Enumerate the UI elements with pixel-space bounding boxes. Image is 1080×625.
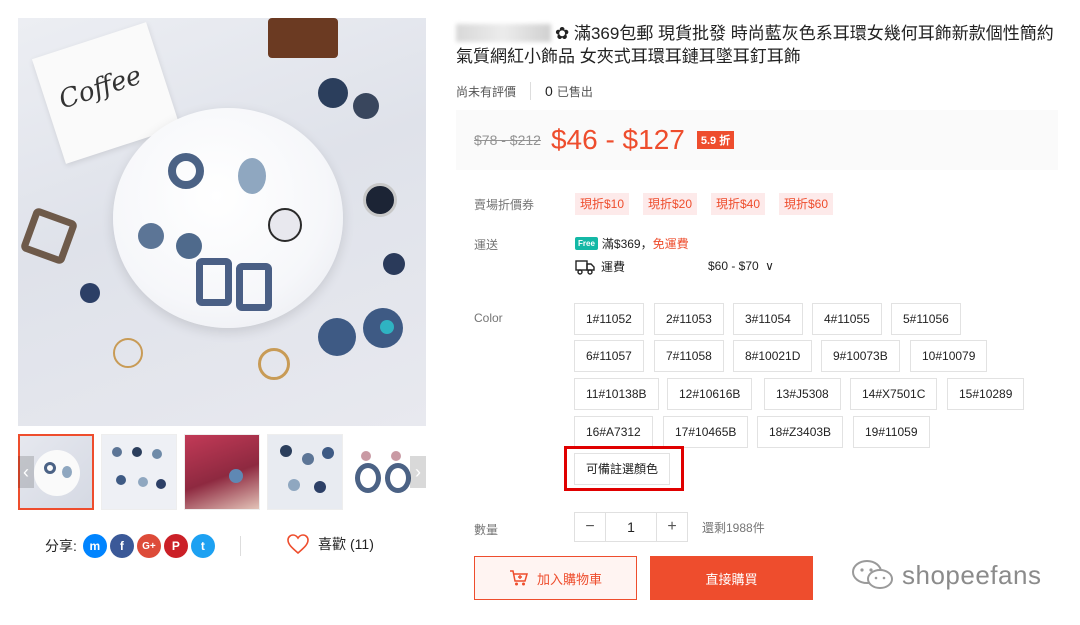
thumbnail-strip: ‹ › (18, 434, 426, 510)
annotation-highlight-box (564, 446, 684, 491)
buy-now-label: 直接購買 (705, 571, 758, 587)
discount-badge: 5.9 折 (696, 131, 735, 149)
color-option[interactable]: 16#A7312 (574, 416, 653, 448)
earring-tortoise (19, 206, 79, 266)
share-divider (240, 536, 241, 556)
earring-striped (268, 208, 302, 242)
original-price: $78 - $212 (474, 132, 541, 148)
earring-gold-hoop (258, 348, 290, 380)
share-bar: 分享: m f G+ P t (45, 533, 218, 559)
color-option[interactable]: 14#X7501C (850, 378, 938, 410)
color-option[interactable]: 1#11052 (574, 303, 644, 335)
like-button[interactable]: 喜歡 (11) (286, 533, 374, 555)
blurred-title-prefix (456, 24, 551, 42)
color-option[interactable]: 15#10289 (947, 378, 1025, 410)
sold-label: 已售出 (556, 84, 593, 99)
google-plus-icon[interactable]: G+ (136, 534, 161, 558)
main-product-image[interactable]: Coffee (18, 18, 426, 426)
price-section: $78 - $212 $46 - $127 5.9 折 (456, 110, 1058, 170)
color-label: Color (474, 311, 503, 325)
facebook-icon[interactable]: f (109, 534, 134, 558)
like-count: (11) (350, 536, 374, 552)
earring-ring (168, 153, 204, 189)
thumbnail-2[interactable] (101, 434, 177, 510)
wooden-box (268, 18, 338, 58)
free-shipping-threshold: 滿$369， (601, 237, 653, 251)
quantity-minus-button[interactable]: − (574, 512, 606, 542)
earring-bead (380, 320, 394, 334)
earring-flower (318, 318, 356, 356)
messenger-icon[interactable]: m (82, 534, 107, 558)
earring-sunburst (363, 183, 397, 217)
pinterest-icon[interactable]: P (163, 534, 188, 558)
color-option[interactable]: 3#11054 (733, 303, 803, 335)
current-price: $46 - $127 (550, 124, 685, 155)
thumbnail-4[interactable] (267, 434, 343, 510)
color-option[interactable]: 17#10465B (663, 416, 749, 448)
color-option[interactable]: 7#11058 (654, 340, 724, 372)
color-option[interactable]: 11#10138B (574, 378, 659, 410)
earring-gold-hoop (113, 338, 143, 368)
color-option[interactable]: 9#10073B (821, 340, 900, 372)
earring-navy-small (383, 253, 405, 275)
shipping-fee-value: $60 - $70 (708, 259, 759, 273)
color-option[interactable]: 6#11057 (574, 340, 644, 372)
buy-now-button[interactable]: 直接購買 (650, 556, 813, 600)
add-to-cart-button[interactable]: 加入購物車 (474, 556, 637, 600)
add-to-cart-label: 加入購物車 (536, 571, 602, 587)
earring-square (196, 258, 232, 306)
twitter-icon[interactable]: t (190, 534, 215, 558)
earring-navy (353, 93, 379, 119)
color-option[interactable]: 19#11059 (853, 416, 930, 448)
earring-navy (318, 78, 348, 108)
earring-dot (138, 223, 164, 249)
earring-dot (176, 233, 202, 259)
color-option[interactable]: 8#10021D (733, 340, 813, 372)
ratings-divider (530, 82, 532, 100)
sold-count: 0 (545, 83, 553, 99)
wechat-icon (852, 560, 893, 589)
voucher-10[interactable]: 現折$10 (575, 193, 630, 215)
voucher-40[interactable]: 現折$40 (711, 193, 766, 215)
shipping-label: 運送 (474, 238, 499, 252)
thumbnail-next-arrow[interactable]: › (410, 456, 426, 488)
voucher-20[interactable]: 現折$20 (643, 193, 698, 215)
free-shipping-text: 免運費 (652, 237, 689, 251)
color-option[interactable]: 13#J5308 (764, 378, 841, 410)
share-label: 分享: (45, 538, 77, 554)
watermark-text: shopeefans (902, 559, 1042, 590)
color-option[interactable]: 10#10079 (910, 340, 988, 372)
watermark: shopeefans (850, 558, 1041, 592)
color-option[interactable]: 12#10616B (667, 378, 753, 410)
free-shipping-row: Free 滿$369， 免運費 (575, 235, 689, 252)
earring-oval (238, 158, 266, 194)
truck-icon (575, 259, 595, 275)
voucher-label: 賣場折價券 (474, 198, 535, 212)
color-option[interactable]: 4#11055 (812, 303, 882, 335)
color-option[interactable]: 18#Z3403B (757, 416, 844, 448)
heart-icon (287, 534, 309, 555)
free-shipping-icon: Free (575, 237, 598, 250)
earring-square (236, 263, 272, 311)
quantity-label: 數量 (474, 523, 499, 537)
like-label: 喜歡 (318, 536, 346, 552)
stock-remaining: 還剩1988件 (702, 520, 765, 535)
earring-bead (80, 283, 100, 303)
shipping-fee-label: 運費 (601, 260, 626, 274)
product-title: ✿ 滿369包郵 現貨批發 時尚藍灰色系耳環女幾何耳飾新款個性簡約氣質網紅小飾品… (456, 22, 1056, 68)
color-option[interactable]: 5#11056 (891, 303, 961, 335)
ratings-text[interactable]: 尚未有評價 (456, 83, 516, 100)
shipping-fee-dropdown[interactable]: $60 - $70 ∨ (708, 259, 774, 273)
quantity-plus-button[interactable]: + (656, 512, 688, 542)
chevron-down-icon: ∨ (765, 259, 774, 273)
shipping-fee-row: 運費 (575, 258, 625, 275)
voucher-60[interactable]: 現折$60 (779, 193, 834, 215)
color-option[interactable]: 2#11053 (654, 303, 724, 335)
quantity-input[interactable]: 1 (606, 512, 656, 542)
thumbnail-3[interactable] (184, 434, 260, 510)
quantity-stepper: − 1 + 還剩1988件 (574, 512, 765, 542)
cart-icon (509, 570, 528, 586)
thumbnail-prev-arrow[interactable]: ‹ (18, 456, 34, 488)
ratings-row: 尚未有評價 0 已售出 (456, 82, 593, 100)
